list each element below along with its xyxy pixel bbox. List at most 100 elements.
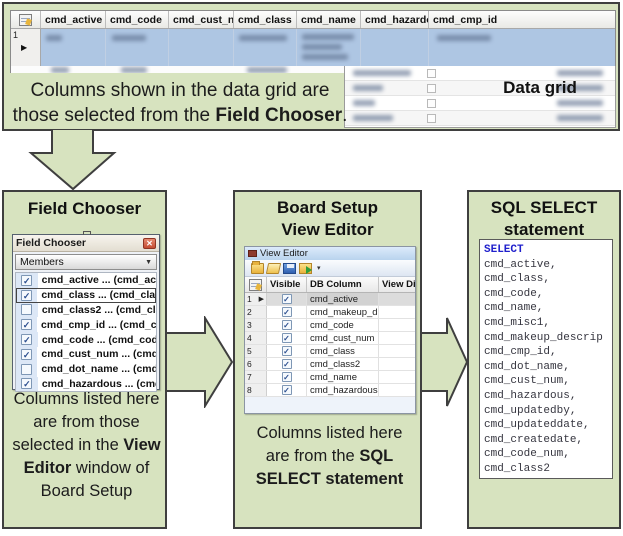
hazardous-checkbox[interactable] xyxy=(427,99,436,108)
visible-checkbox[interactable]: ✓ xyxy=(282,385,292,395)
field-chooser-item[interactable]: ✓ cmd_cmp_id ... (cmd_cmp xyxy=(16,317,156,332)
visible-checkbox[interactable]: ✓ xyxy=(282,307,292,317)
db-column-cell: cmd_makeup_d... xyxy=(307,306,379,318)
field-checkbox[interactable]: ✓ xyxy=(21,334,32,345)
data-grid-callout-box: cmd_activecmd_codecmd_cust_numcmd_classc… xyxy=(2,2,620,131)
data-grid-label: Data grid xyxy=(490,78,590,98)
hazardous-checkbox[interactable] xyxy=(427,84,436,93)
redacted-cell xyxy=(41,29,106,67)
sql-column-line: cmd_cmp_id, xyxy=(484,345,612,360)
db-column-cell: cmd_code xyxy=(307,319,379,331)
data-grid-selected-row[interactable]: 1 ▶ xyxy=(11,29,615,67)
view-editor-box-title: Board Setup View Editor xyxy=(235,197,420,241)
toolbar-options-icon[interactable]: ▾ xyxy=(317,264,321,272)
field-chooser-icon[interactable] xyxy=(11,11,41,28)
new-folder-icon[interactable] xyxy=(251,263,264,274)
close-icon[interactable]: ✕ xyxy=(143,238,156,249)
db-column-cell: cmd_class xyxy=(307,345,379,357)
field-chooser-caption: Columns listed here are from those selec… xyxy=(8,388,165,503)
field-chooser-icon[interactable] xyxy=(245,277,267,292)
sql-column-line: cmd_makeup_descrip xyxy=(484,331,612,346)
view-editor-row[interactable]: 6▶ ✓ cmd_class2 xyxy=(245,358,415,371)
row-pointer-icon: ▶ xyxy=(259,295,264,303)
db-column-cell: cmd_hazardous xyxy=(307,384,379,396)
sql-column-line: cmd_createdate, xyxy=(484,433,612,448)
field-checkbox[interactable]: ✓ xyxy=(21,275,32,286)
db-column-cell: cmd_cust_num xyxy=(307,332,379,344)
export-icon[interactable] xyxy=(299,263,312,274)
column-header[interactable]: cmd_hazardous xyxy=(361,11,429,28)
visible-column-header[interactable]: Visible xyxy=(267,277,307,292)
window-resize-handle xyxy=(83,231,91,235)
view-editor-titlebar: View Editor xyxy=(245,247,415,260)
field-chooser-item[interactable]: cmd_class2 ... (cmd_clas xyxy=(16,303,156,318)
sql-select-callout-box: SQL SELECT statement SELECT cmd_active,c… xyxy=(467,190,621,529)
field-chooser-item[interactable]: ✓ cmd_active ... (cmd_activ xyxy=(16,273,156,288)
sql-column-line: cmd_hazardous, xyxy=(484,389,612,404)
row-pointer-icon: ▶ xyxy=(21,43,27,52)
view-display-cell xyxy=(379,319,415,331)
hazardous-checkbox[interactable] xyxy=(427,69,436,78)
sql-column-line: cmd_cust_num, xyxy=(484,374,612,389)
column-header[interactable]: cmd_active xyxy=(41,11,106,28)
field-label: cmd_code ... (cmd_code) xyxy=(38,334,156,346)
row-selector[interactable]: 1 ▶ xyxy=(11,29,41,67)
view-editor-row[interactable]: 5▶ ✓ cmd_class xyxy=(245,345,415,358)
field-checkbox[interactable]: ✓ xyxy=(21,290,32,301)
column-header[interactable]: cmd_name xyxy=(297,11,361,28)
field-label: cmd_cmp_id ... (cmd_cmp xyxy=(37,319,156,331)
visible-checkbox[interactable]: ✓ xyxy=(282,346,292,356)
field-checkbox[interactable]: ✓ xyxy=(21,349,32,360)
field-checkbox[interactable] xyxy=(21,304,32,315)
sql-column-line: cmd_misc1, xyxy=(484,316,612,331)
sql-column-line: cmd_updateddate, xyxy=(484,418,612,433)
visible-checkbox[interactable]: ✓ xyxy=(282,359,292,369)
column-header[interactable]: cmd_class xyxy=(234,11,297,28)
field-label: cmd_class2 ... (cmd_clas xyxy=(38,304,156,316)
field-chooser-item[interactable]: ✓ cmd_code ... (cmd_code) xyxy=(16,332,156,347)
db-column-header[interactable]: DB Column xyxy=(307,277,379,292)
sql-column-line: cmd_updatedby, xyxy=(484,404,612,419)
view-editor-grid: Visible DB Column View Di 1▶ ✓ cmd_activ… xyxy=(245,277,415,397)
view-editor-row[interactable]: 3▶ ✓ cmd_code xyxy=(245,319,415,332)
view-display-cell xyxy=(379,345,415,357)
field-chooser-item[interactable]: cmd_dot_name ... (cmd_d xyxy=(16,362,156,377)
column-header[interactable]: cmd_cmp_id xyxy=(429,11,615,28)
view-editor-row[interactable]: 8▶ ✓ cmd_hazardous xyxy=(245,384,415,397)
row-number-cell: 3▶ xyxy=(245,319,267,331)
view-editor-row[interactable]: 2▶ ✓ cmd_makeup_d... xyxy=(245,306,415,319)
view-editor-row[interactable]: 7▶ ✓ cmd_name xyxy=(245,371,415,384)
visible-checkbox[interactable]: ✓ xyxy=(282,372,292,382)
view-editor-toolbar: ▾ xyxy=(245,260,415,277)
row-number-cell: 6▶ xyxy=(245,358,267,370)
sql-column-line: cmd_code, xyxy=(484,287,612,302)
visible-checkbox[interactable]: ✓ xyxy=(282,333,292,343)
members-dropdown[interactable]: Members ▼ xyxy=(15,254,157,270)
field-chooser-callout-box: Field Chooser Field Chooser ✕ Members ▼ … xyxy=(2,190,167,529)
view-display-cell xyxy=(379,306,415,318)
view-display-column-header[interactable]: View Di xyxy=(379,277,415,292)
data-grid-header: cmd_activecmd_codecmd_cust_numcmd_classc… xyxy=(11,11,615,29)
save-icon[interactable] xyxy=(283,263,296,274)
visible-checkbox[interactable]: ✓ xyxy=(282,320,292,330)
redacted-cell xyxy=(106,29,169,67)
field-chooser-item[interactable]: ✓ cmd_cust_num ... (cmd_c xyxy=(16,347,156,362)
column-header[interactable]: cmd_code xyxy=(106,11,169,28)
column-header[interactable]: cmd_cust_num xyxy=(169,11,234,28)
right-arrow-2 xyxy=(420,316,469,408)
diagram-canvas: cmd_activecmd_codecmd_cust_numcmd_classc… xyxy=(0,0,623,536)
view-display-cell xyxy=(379,371,415,383)
view-editor-row[interactable]: 4▶ ✓ cmd_cust_num xyxy=(245,332,415,345)
field-checkbox[interactable]: ✓ xyxy=(21,319,32,330)
visible-checkbox[interactable]: ✓ xyxy=(282,294,292,304)
view-editor-row[interactable]: 1▶ ✓ cmd_active xyxy=(245,293,415,306)
field-checkbox[interactable] xyxy=(21,364,32,375)
redacted-cell xyxy=(361,29,429,67)
view-display-cell xyxy=(379,384,415,396)
redacted-cell xyxy=(429,29,615,67)
field-chooser-item[interactable]: ✓ cmd_class ... (cmd_class) xyxy=(16,288,156,303)
open-folder-icon[interactable] xyxy=(266,263,281,274)
window-icon xyxy=(248,250,257,257)
field-chooser-titlebar: Field Chooser ✕ xyxy=(13,235,159,252)
hazardous-checkbox[interactable] xyxy=(427,114,436,123)
